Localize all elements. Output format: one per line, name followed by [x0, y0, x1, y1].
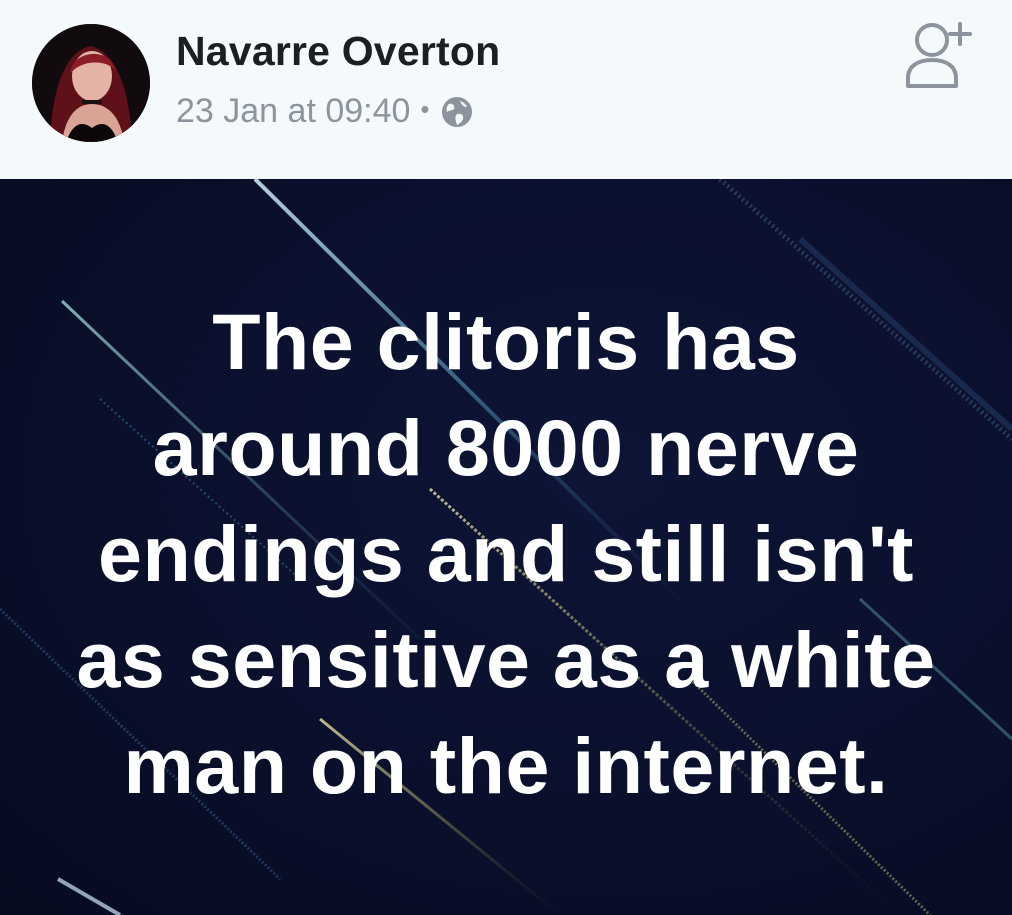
author-name[interactable]: Navarre Overton [176, 28, 500, 75]
avatar[interactable] [32, 24, 150, 142]
quote-line: The clitoris has [212, 297, 800, 386]
post-image[interactable]: The clitoris has around 8000 nerve endin… [0, 179, 1012, 915]
feed-post: Navarre Overton 23 Jan at 09:40 • The cl… [0, 0, 1012, 915]
post-timestamp[interactable]: 23 Jan at 09:40 [176, 92, 410, 131]
post-header: Navarre Overton 23 Jan at 09:40 • [0, 0, 1012, 179]
quote-line: man on the internet. [123, 721, 889, 810]
quote-line: as sensitive as a white [76, 615, 936, 704]
meta-separator: • [420, 94, 430, 124]
post-meta: 23 Jan at 09:40 • [176, 92, 474, 131]
add-friend-icon[interactable] [900, 14, 976, 90]
quote-line: around 8000 nerve [152, 403, 860, 492]
quote-line: endings and still isn't [98, 509, 914, 598]
streak [56, 877, 122, 915]
globe-icon[interactable] [440, 95, 474, 129]
image-quote-text: The clitoris has around 8000 nerve endin… [0, 289, 1012, 819]
avatar-image [32, 24, 150, 142]
